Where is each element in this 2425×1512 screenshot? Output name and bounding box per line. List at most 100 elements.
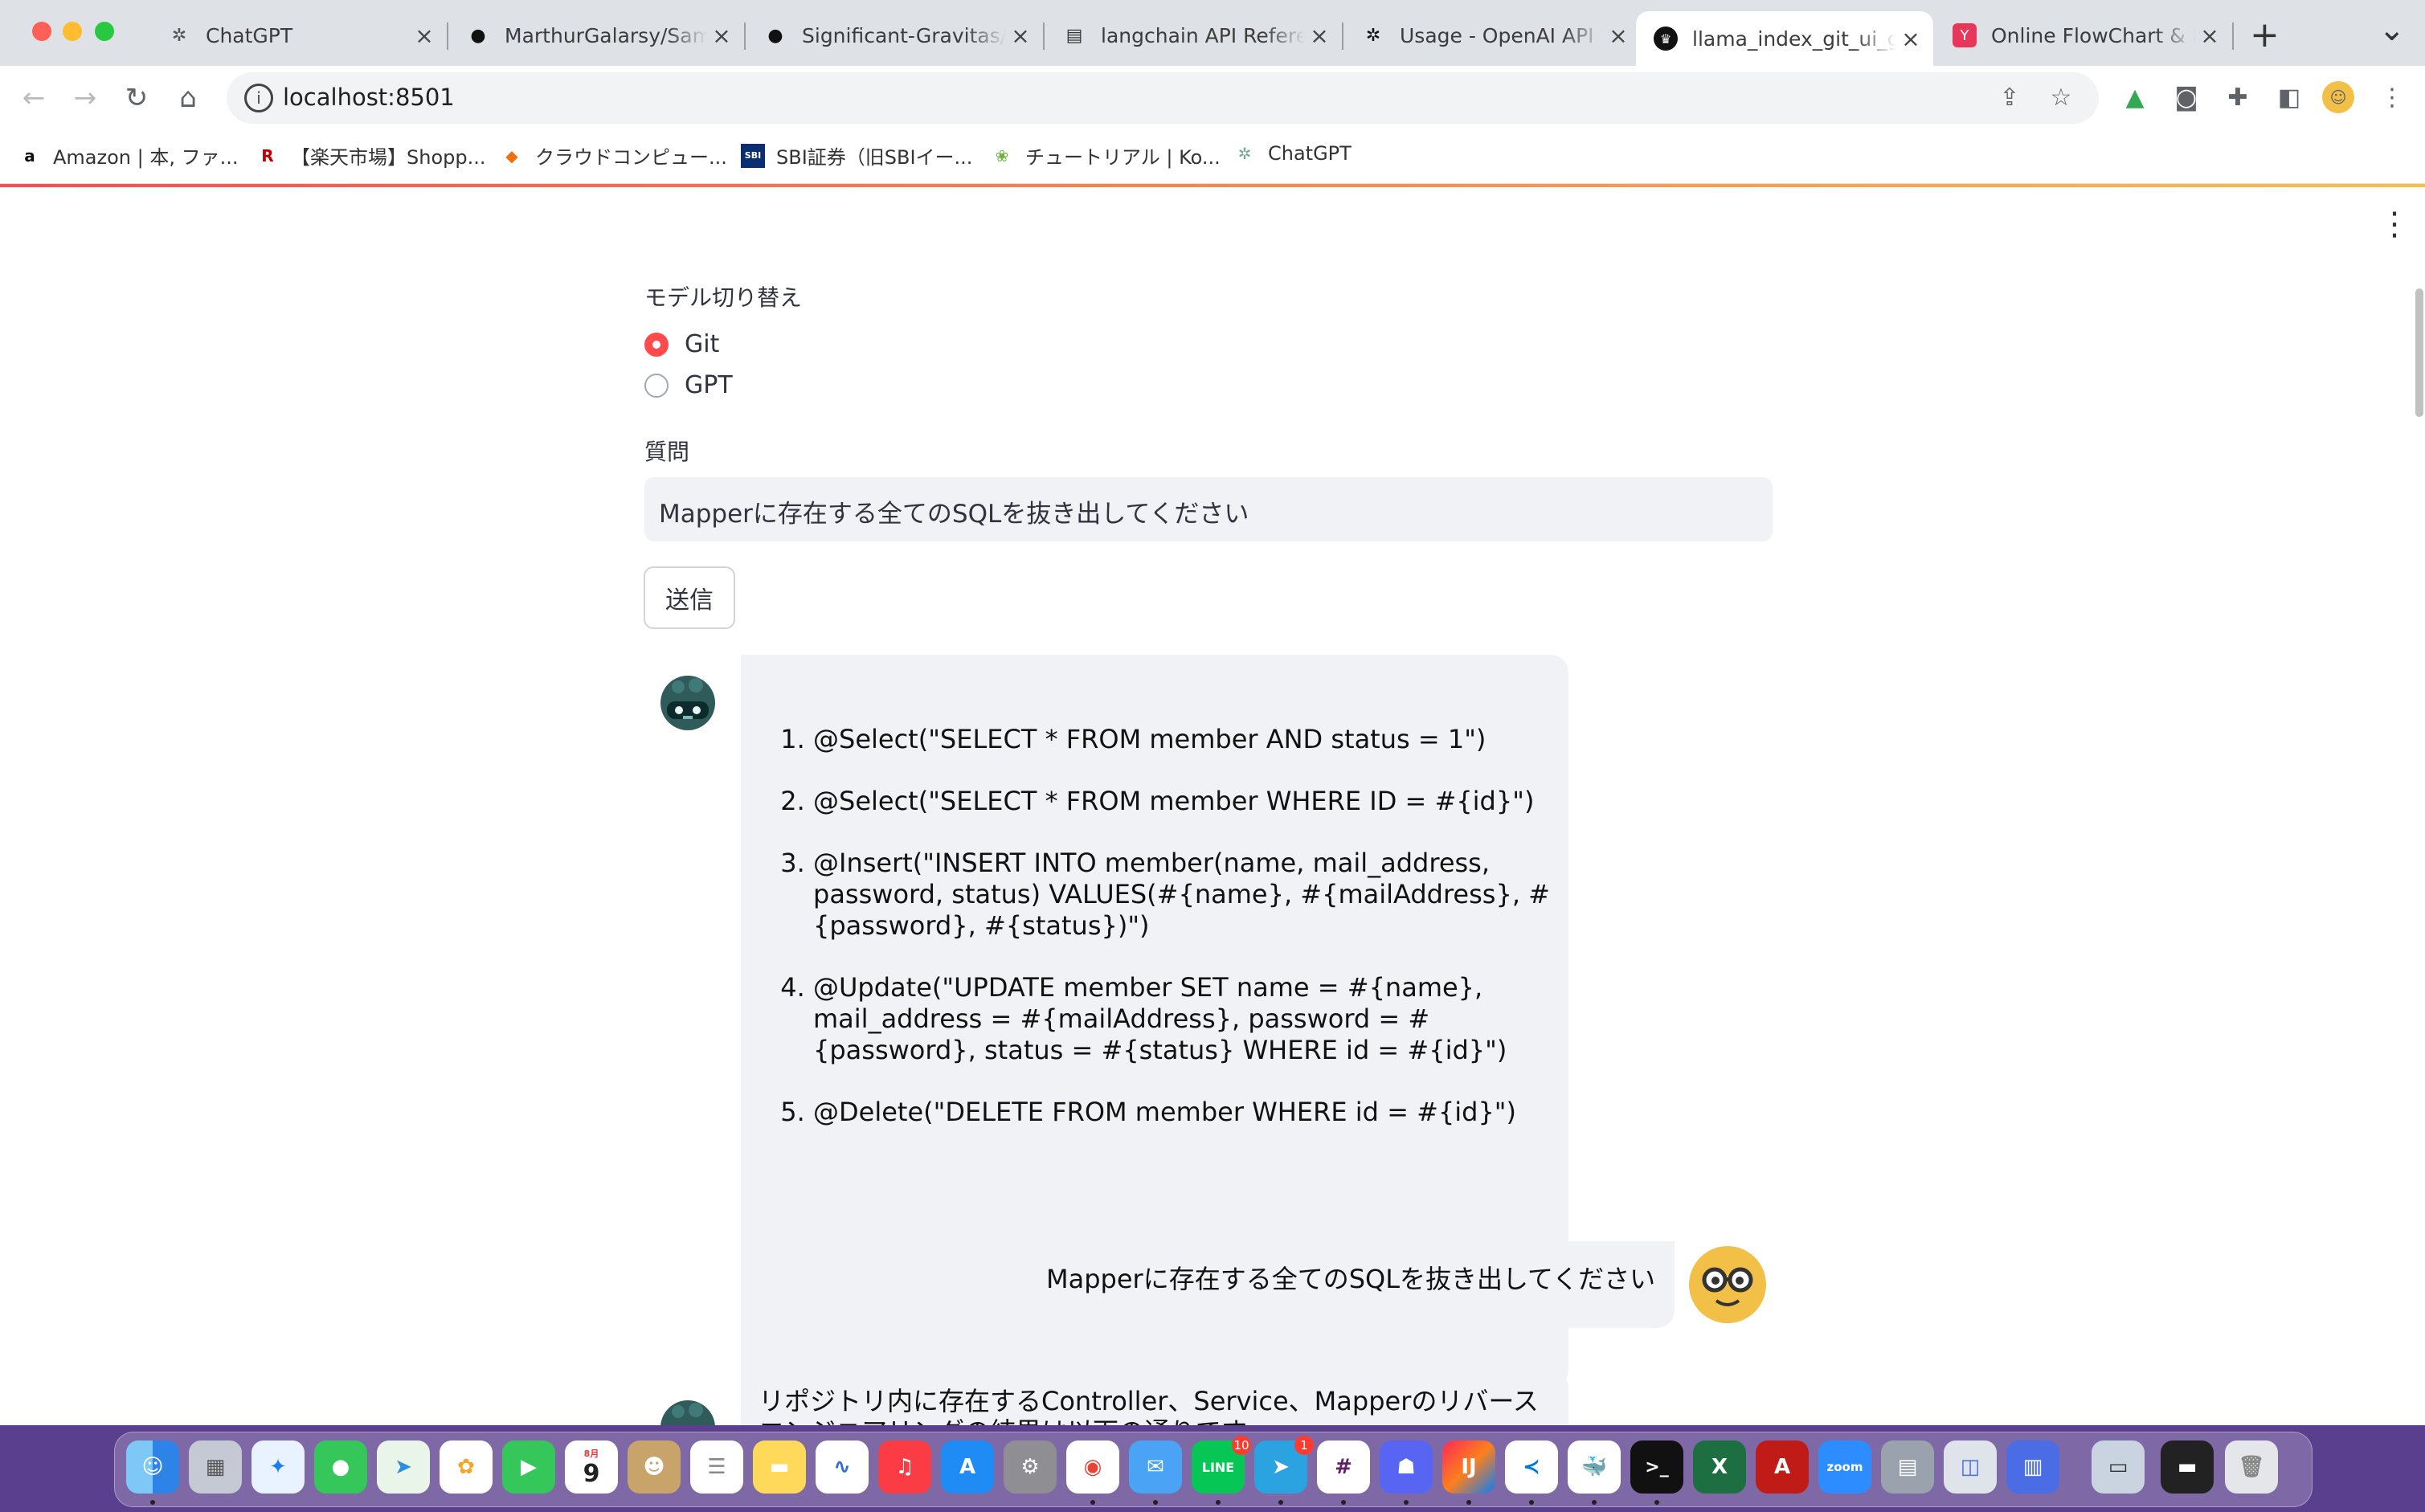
tab-close-icon[interactable]: ×	[1896, 26, 1925, 52]
forward-arrow-icon[interactable]: →	[64, 77, 106, 119]
tab-close-icon[interactable]: ×	[1006, 22, 1035, 49]
terminal-icon[interactable]: >_	[1630, 1440, 1683, 1494]
model-switch-label: モデル切り替え	[644, 284, 803, 311]
page-scrollbar[interactable]	[2415, 288, 2423, 417]
camera-extension-icon[interactable]: ◙	[2168, 79, 2205, 116]
share-icon[interactable]: ⇪	[1991, 79, 2028, 116]
photos-icon[interactable]: ✿	[440, 1440, 493, 1494]
chrome-icon[interactable]: ◉	[1066, 1440, 1119, 1494]
calendar-icon[interactable]: 8月 9	[565, 1440, 618, 1494]
radio-selected-icon[interactable]	[644, 332, 669, 357]
home-icon[interactable]: ⌂	[167, 77, 209, 119]
tab-close-icon[interactable]: ×	[1305, 22, 1334, 49]
side-panel-icon[interactable]: ◧	[2271, 79, 2308, 116]
google-drive-icon[interactable]: ▲	[2116, 79, 2153, 116]
reload-icon[interactable]: ↻	[116, 77, 157, 119]
profile-avatar[interactable]: ☺	[2322, 81, 2354, 113]
close-window-button[interactable]	[32, 22, 51, 41]
tab-chatgpt[interactable]: ✲ ChatGPT ×	[149, 11, 447, 59]
scanner-icon[interactable]: ▤	[1881, 1440, 1934, 1494]
github-icon: ●	[470, 25, 486, 46]
notes-icon[interactable]: ▬	[753, 1440, 806, 1494]
facetime-icon[interactable]: ▶	[502, 1440, 555, 1494]
minimize-window-button[interactable]	[63, 22, 82, 41]
aws-icon: ◆	[505, 145, 518, 166]
window-thumbnail-icon[interactable]: ▬	[2161, 1440, 2214, 1494]
bookmark-aws[interactable]: ◆ クラウドコンピュー...	[500, 141, 727, 170]
line-icon[interactable]: LINE 10	[1192, 1436, 1251, 1494]
running-indicator	[1090, 1500, 1095, 1505]
url-text[interactable]: localhost:8501	[283, 84, 455, 111]
slack-icon[interactable]: #	[1317, 1440, 1370, 1494]
tab-langchain[interactable]: ▤ langchain API Referen ×	[1045, 11, 1342, 59]
vscode-icon[interactable]: ≺	[1505, 1440, 1558, 1494]
bookmark-star-icon[interactable]: ☆	[2043, 79, 2079, 116]
tab-close-icon[interactable]: ×	[410, 22, 439, 49]
send-button[interactable]: 送信	[644, 566, 735, 629]
new-tab-button[interactable]: +	[2250, 14, 2280, 55]
system-settings-icon[interactable]: ⚙	[1004, 1440, 1057, 1494]
tab-close-icon[interactable]: ×	[2195, 22, 2224, 49]
bookmark-spring[interactable]: ❀ チュートリアル | Ko...	[990, 141, 1221, 170]
sbi-icon: SBI	[741, 143, 765, 168]
freeform-icon[interactable]: ∿	[816, 1440, 869, 1494]
tab-openai-usage[interactable]: ✲ Usage - OpenAI API ×	[1343, 11, 1641, 59]
preview-icon[interactable]: ▭	[2092, 1440, 2145, 1494]
bookmark-sbi[interactable]: SBI SBI証券（旧SBIイー...	[741, 141, 972, 170]
tab-github-samp[interactable]: ● MarthurGalarsy/Samp ×	[448, 11, 744, 59]
acrobat-icon[interactable]: A	[1756, 1440, 1809, 1494]
radio-option-git[interactable]: Git	[644, 330, 719, 358]
extensions-puzzle-icon[interactable]: ✚	[2219, 79, 2256, 116]
question-label: 質問	[644, 439, 690, 465]
screen-app-icon[interactable]: ▥	[2006, 1440, 2059, 1494]
docker-icon[interactable]: 🐳	[1568, 1440, 1621, 1494]
back-arrow-icon[interactable]: ←	[13, 77, 55, 119]
app-menu-kebab-icon[interactable]: ⋮	[2378, 208, 2411, 240]
site-info-icon[interactable]: i	[244, 84, 273, 112]
contacts-icon[interactable]: ☻	[628, 1440, 681, 1494]
running-indicator	[150, 1500, 155, 1505]
tab-close-icon[interactable]: ×	[1604, 22, 1633, 49]
bot-avatar	[654, 1394, 722, 1425]
telegram-icon[interactable]: ➤ 1	[1254, 1436, 1314, 1494]
finder-icon[interactable]: ☺	[126, 1440, 179, 1494]
app-icon[interactable]: ◫	[1944, 1440, 1997, 1494]
tab-github-gravitas[interactable]: ● Significant-Gravitas/ ×	[746, 11, 1043, 59]
browser-menu-kebab-icon[interactable]: ⋮	[2374, 79, 2411, 116]
running-indicator	[1216, 1500, 1221, 1505]
messages-icon[interactable]: ●	[314, 1440, 367, 1494]
bookmark-label: 【楽天市場】Shopp...	[291, 146, 486, 169]
maps-icon[interactable]: ➤	[377, 1440, 430, 1494]
excel-icon[interactable]: X	[1693, 1440, 1746, 1494]
question-input[interactable]: Mapperに存在する全てのSQLを抜き出してください	[644, 477, 1773, 541]
radio-option-gpt[interactable]: GPT	[644, 371, 733, 399]
bookmark-label: ChatGPT	[1268, 142, 1352, 165]
radio-unselected-icon[interactable]	[644, 373, 669, 398]
mail-icon[interactable]: ✉	[1129, 1440, 1182, 1494]
macos-dock: ☺ ▦ ✦ ● ➤ ✿ ▶ 8月 9 ☻ ☰ ▬ ∿ ♫ A ⚙ ◉ ✉ LIN…	[114, 1432, 2313, 1507]
reminders-icon[interactable]: ☰	[690, 1440, 743, 1494]
tab-close-icon[interactable]: ×	[707, 22, 736, 49]
streamlit-icon: ♛	[1654, 27, 1678, 51]
tab-flowchart[interactable]: Y Online FlowChart & D ×	[1935, 11, 2232, 59]
bookmark-chatgpt[interactable]: ✲ ChatGPT	[1233, 141, 1352, 166]
calendar-day: 9	[583, 1459, 600, 1488]
maximize-window-button[interactable]	[95, 22, 114, 41]
discord-icon[interactable]: ☗	[1380, 1440, 1433, 1494]
intellij-icon[interactable]: IJ	[1442, 1440, 1495, 1494]
running-indicator	[1153, 1500, 1158, 1505]
tab-llama-index-active[interactable]: ♛ llama_index_git_ui_g ×	[1636, 11, 1933, 66]
list-item: @Select("SELECT * FROM member WHERE ID =…	[813, 786, 1552, 817]
trash-icon[interactable]: 🗑	[2225, 1440, 2278, 1494]
tab-search-chevron-icon[interactable]: ⌄	[2378, 11, 2406, 48]
bookmark-amazon[interactable]: a Amazon | 本, ファ...	[18, 141, 238, 170]
zoom-icon[interactable]: zoom	[1818, 1440, 1871, 1494]
launchpad-icon[interactable]: ▦	[189, 1440, 242, 1494]
safari-icon[interactable]: ✦	[251, 1440, 305, 1494]
bookmark-rakuten[interactable]: R 【楽天市場】Shopp...	[256, 141, 485, 170]
running-indicator	[1341, 1500, 1346, 1505]
address-bar[interactable]: i localhost:8501	[227, 72, 2099, 124]
app-store-icon[interactable]: A	[941, 1440, 994, 1494]
bookmark-label: クラウドコンピュー...	[535, 146, 727, 169]
music-icon[interactable]: ♫	[878, 1440, 931, 1494]
